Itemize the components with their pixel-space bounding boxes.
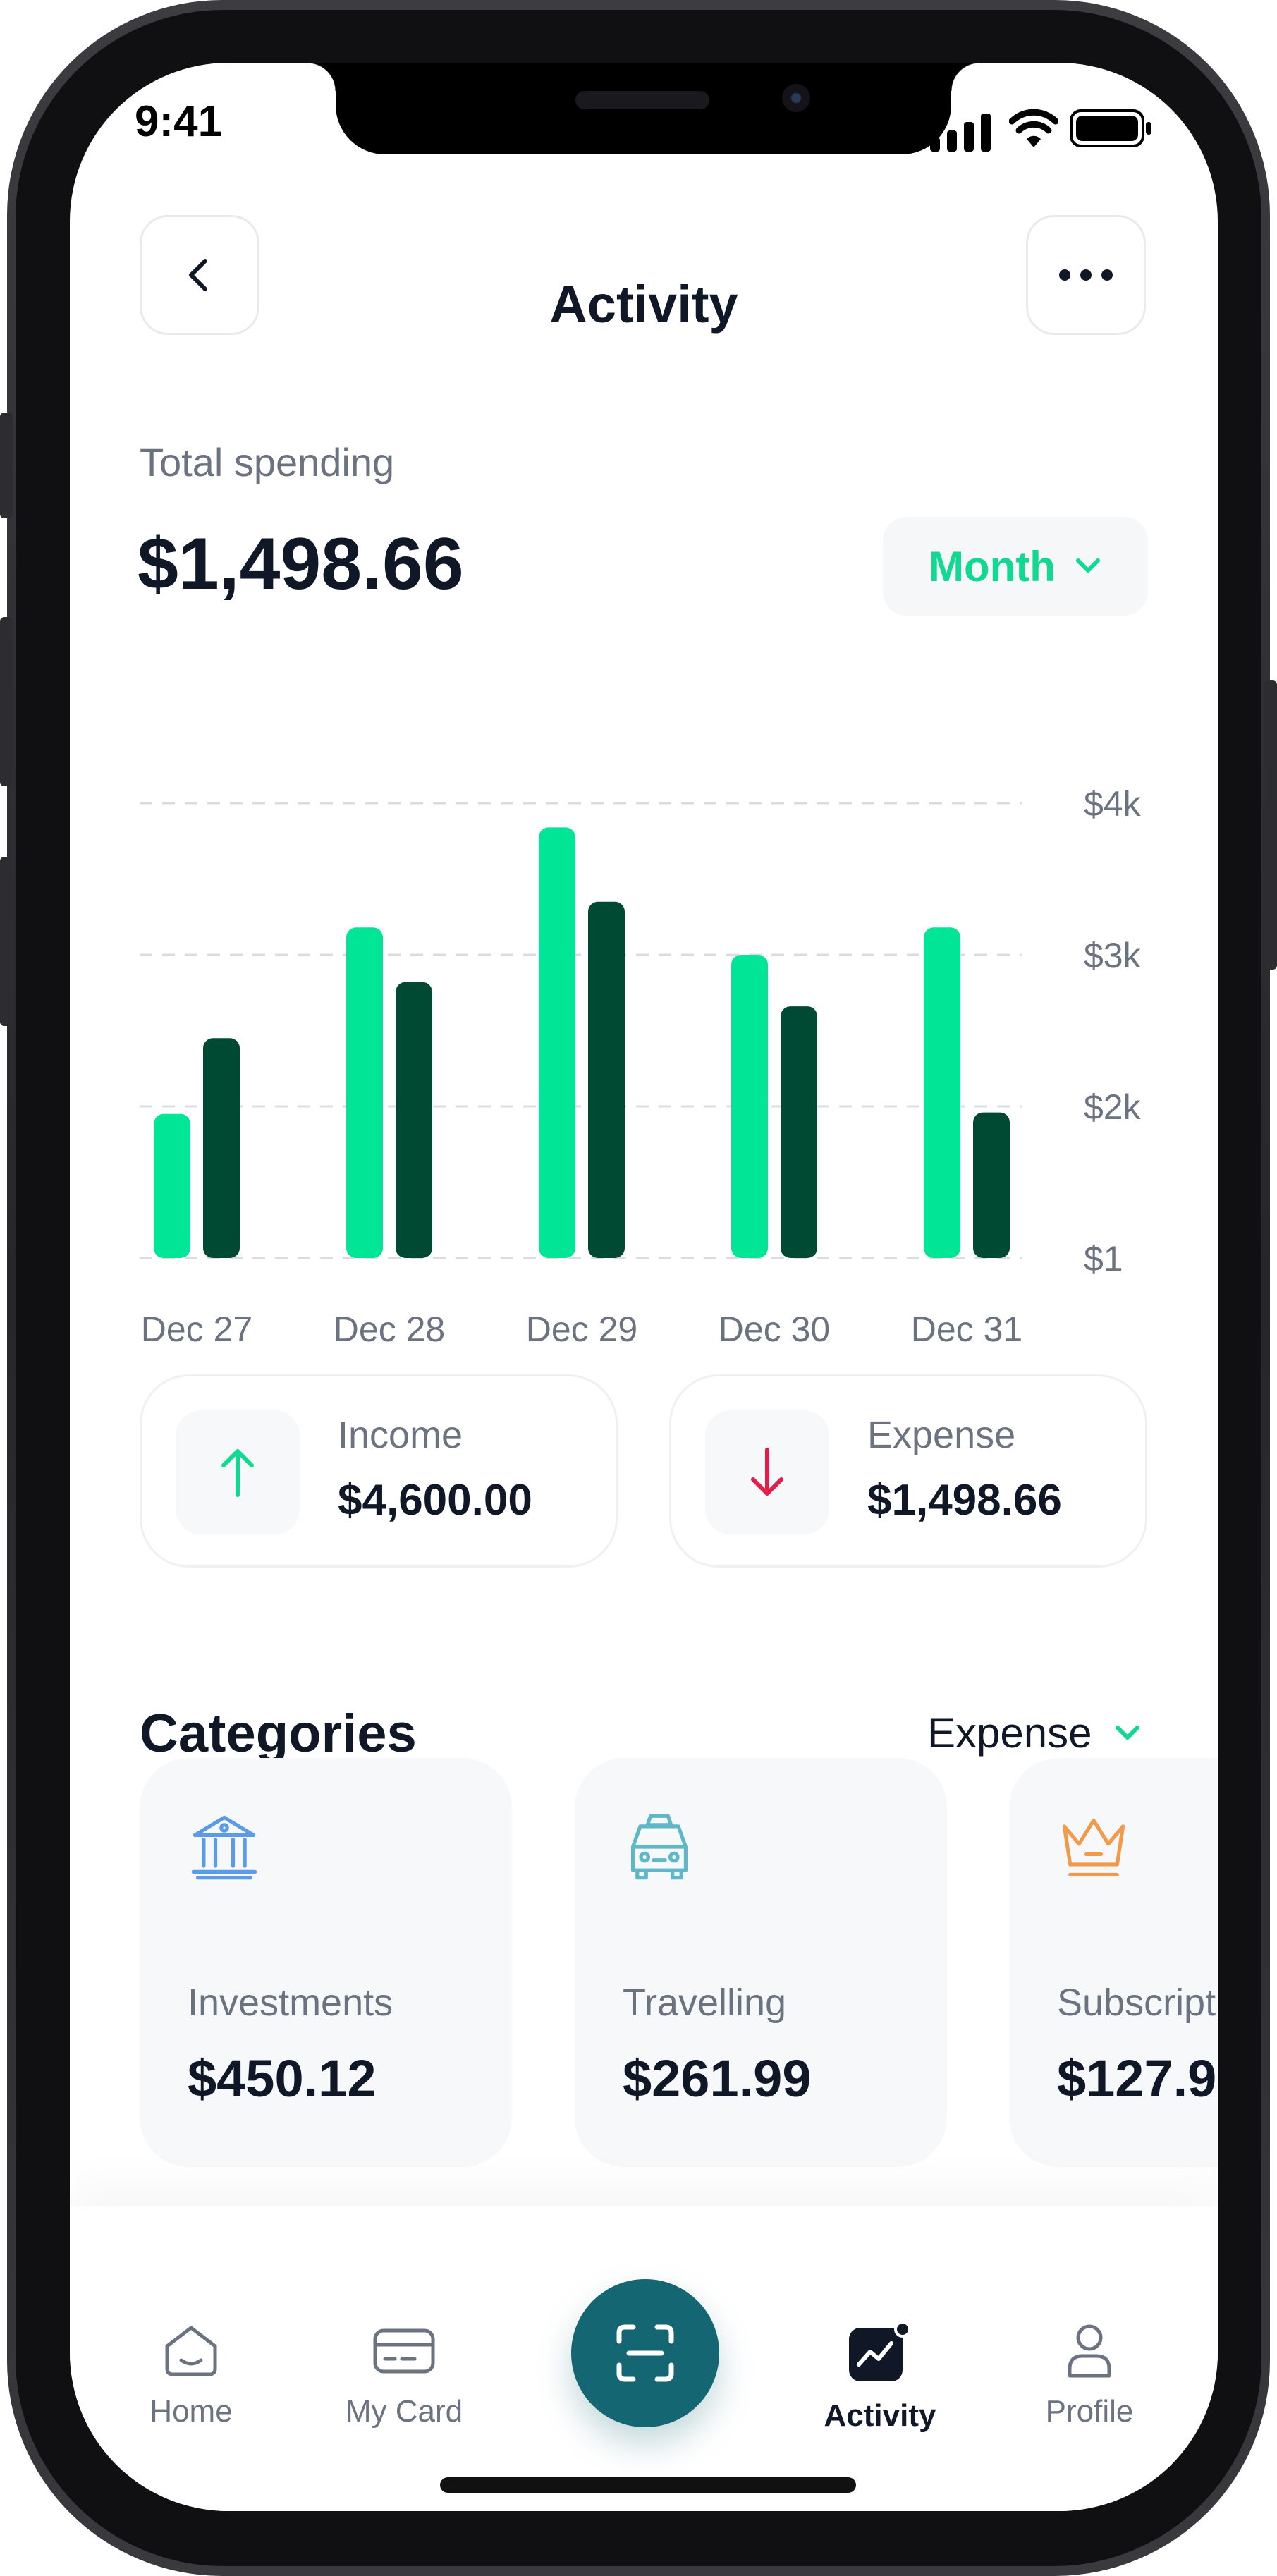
- power-button: [1264, 680, 1277, 970]
- activity-chart-icon: [849, 2322, 911, 2381]
- arrow-down-icon: [751, 1448, 783, 1496]
- y-tick-label: $4k: [1084, 784, 1142, 824]
- period-dropdown[interactable]: Month: [883, 517, 1148, 616]
- volume-down-button: [0, 857, 13, 1026]
- chart-bar: [731, 955, 768, 1258]
- bank-icon: [191, 1815, 257, 1880]
- x-tick-label: Dec 28: [334, 1310, 445, 1349]
- x-tick-label: Dec 29: [526, 1310, 637, 1349]
- x-tick-label: Dec 31: [911, 1310, 1022, 1349]
- battery-icon: [1070, 109, 1151, 147]
- income-label: Income: [338, 1414, 463, 1456]
- categories-filter-label: Expense: [927, 1709, 1092, 1757]
- chart-bar: [924, 927, 960, 1258]
- chevron-down-icon: [1075, 558, 1100, 573]
- nav-item-profile[interactable]: Profile: [998, 2322, 1181, 2429]
- scan-button[interactable]: [571, 2279, 719, 2427]
- category-value: $127.99: [1057, 2049, 1218, 2108]
- expense-value: $1,498.66: [867, 1476, 1062, 1525]
- crown-icon: [1062, 1818, 1125, 1877]
- category-card-investments[interactable]: Investments $450.12: [140, 1758, 512, 2167]
- category-label: Subscriptions: [1057, 1982, 1218, 2024]
- y-tick-label: $3k: [1084, 936, 1142, 975]
- expense-icon-box: [705, 1410, 829, 1534]
- x-tick-label: Dec 27: [141, 1310, 252, 1349]
- cellular-signal-icon: [930, 114, 991, 152]
- chart-bar: [203, 1038, 240, 1258]
- expense-label: Expense: [867, 1414, 1016, 1456]
- arrow-up-icon: [221, 1449, 254, 1497]
- expense-card[interactable]: Expense $1,498.66: [669, 1374, 1147, 1568]
- user-icon: [1068, 2324, 1111, 2378]
- nav-label: Activity: [824, 2398, 936, 2433]
- categories-title: Categories: [140, 1704, 417, 1764]
- x-tick-label: Dec 30: [719, 1310, 830, 1349]
- wifi-icon: [1009, 109, 1058, 147]
- nav-label: Home: [149, 2394, 233, 2429]
- card-icon: [373, 2328, 435, 2374]
- nav-item-activity[interactable]: Activity: [788, 2322, 972, 2434]
- total-spending-value: $1,498.66: [138, 523, 464, 605]
- total-spending-label: Total spending: [140, 440, 395, 484]
- categories-filter-dropdown[interactable]: Expense: [927, 1709, 1142, 1757]
- more-options-button[interactable]: [1026, 215, 1146, 335]
- category-label: Investments: [188, 1982, 393, 2024]
- nav-item-home[interactable]: Home: [99, 2322, 283, 2429]
- category-card-subscriptions[interactable]: Subscriptions $127.99: [1009, 1758, 1218, 2167]
- more-horizontal-icon: [1059, 269, 1113, 281]
- category-value: $450.12: [188, 2049, 377, 2108]
- chart-bar: [346, 927, 383, 1258]
- scan-icon: [616, 2324, 674, 2382]
- period-dropdown-label: Month: [929, 542, 1056, 590]
- income-value: $4,600.00: [338, 1476, 532, 1525]
- chart-bar: [396, 982, 432, 1258]
- chart-bar: [154, 1113, 190, 1258]
- volume-up-button: [0, 617, 13, 786]
- income-card[interactable]: Income $4,600.00: [140, 1374, 618, 1568]
- nav-label: My Card: [345, 2394, 463, 2429]
- mute-switch: [0, 413, 13, 518]
- chevron-down-icon: [1115, 1725, 1139, 1740]
- category-value: $261.99: [623, 2049, 812, 2108]
- nav-item-my-card[interactable]: My Card: [312, 2322, 496, 2429]
- chart-bar: [588, 901, 625, 1258]
- chart-bar: [973, 1112, 1010, 1258]
- front-camera: [782, 84, 810, 112]
- screen: 9:41 Activity Total spending $1,498.66 M…: [70, 63, 1218, 2511]
- home-icon: [165, 2326, 217, 2376]
- car-icon: [630, 1814, 688, 1880]
- chart-bar: [781, 1006, 817, 1258]
- category-card-travelling[interactable]: Travelling $261.99: [575, 1758, 947, 2167]
- y-tick-label: $2k: [1084, 1087, 1142, 1127]
- category-label: Travelling: [623, 1982, 787, 2024]
- home-indicator: [440, 2477, 856, 2493]
- status-time: 9:41: [135, 97, 223, 146]
- income-icon-box: [176, 1410, 300, 1534]
- notch: [307, 63, 979, 154]
- y-tick-label: $1: [1084, 1239, 1123, 1278]
- chart-bar: [539, 827, 575, 1258]
- speaker: [575, 91, 709, 109]
- nav-label: Profile: [1045, 2394, 1134, 2429]
- spending-bar-chart: $4k $3k $2k $1 Dec 27 Dec 28 Dec 29 Dec 30 Dec 3…: [140, 784, 1142, 1349]
- bottom-navigation: Home My Card Activity Profile: [70, 2206, 1218, 2511]
